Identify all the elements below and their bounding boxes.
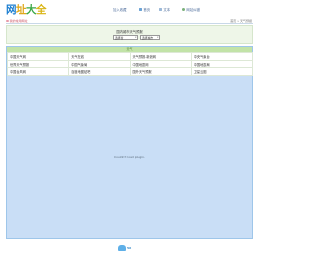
city-select-value: 选择城市 (142, 36, 154, 40)
breadcrumb-bar: 我的常用网址 首页 » 天气预报 (6, 19, 253, 24)
logo-char: 大 (26, 4, 37, 16)
province-select[interactable]: 选择省 ▾ (113, 35, 138, 40)
heart-icon (6, 19, 9, 23)
link-cell[interactable]: 卫星云图 (190, 67, 254, 77)
add-favorite-link[interactable]: 加入收藏 (113, 7, 127, 12)
feedback-label: 网站纠错 (186, 8, 200, 12)
logo-char: 网 (6, 4, 17, 16)
home-icon (139, 7, 143, 12)
weather-links-panel: 天气 中国天气网 天气在线 天气预报-新浪网 中央气象台 世界天气预报 中国气象… (6, 46, 254, 239)
logo-char: 全 (36, 4, 47, 16)
link-cell[interactable]: 中国地震局 (190, 59, 254, 69)
city-select[interactable]: 选择城市 ▾ (140, 35, 160, 40)
link-cell[interactable]: 世界天气预报 (6, 59, 70, 69)
link-cell[interactable]: 国外天气预报 (129, 67, 192, 77)
breadcrumb[interactable]: 首页 » 天气预报 (230, 19, 252, 23)
province-select-value: 选择省 (115, 36, 124, 40)
footer-logo[interactable]: 56 (118, 243, 140, 252)
feedback-icon (182, 7, 186, 12)
home-link-label: 首页 (143, 8, 151, 12)
link-cell[interactable]: 中国气象局 (68, 59, 131, 69)
chevron-down-icon: ▾ (135, 36, 137, 39)
feedback-link[interactable]: 网站纠错 (182, 7, 200, 12)
link-cell[interactable]: 中国地震网 (129, 59, 192, 69)
plugin-error-message: Couldn't load plugin. (113, 155, 146, 159)
site-logo[interactable]: 网 址 大 全 (6, 3, 47, 16)
footer-logo-text: 56 (127, 245, 132, 250)
link-cell[interactable]: 中国天气网 (6, 52, 70, 61)
my-favorites-label: 我的常用网址 (9, 19, 28, 23)
weather-links-table: 中国天气网 天气在线 天气预报-新浪网 中央气象台 世界天气预报 中国气象局 中… (6, 52, 254, 77)
link-cell[interactable]: 天气预报-新浪网 (129, 52, 192, 61)
site-header: 网 址 大 全 加入收藏 首页 文本 网站纠错 (0, 0, 259, 20)
my-favorites-link[interactable]: 我的常用网址 (6, 19, 28, 23)
top-links: 加入收藏 首页 文本 网站纠错 (110, 7, 220, 12)
table-row: 世界天气预报 中国气象局 中国地震网 中国地震局 (6, 59, 254, 69)
link-cell[interactable]: 百度地图贴吧 (68, 67, 131, 77)
selector-title: 国内城市天气预报 (116, 29, 143, 34)
home-link[interactable]: 首页 (139, 7, 150, 12)
link-cell[interactable]: 中国台风网 (6, 67, 70, 77)
chevron-down-icon: ▾ (157, 36, 159, 39)
logo-icon (118, 244, 126, 251)
text-version-link[interactable]: 文本 (159, 7, 170, 12)
link-cell[interactable]: 天气在线 (68, 52, 131, 61)
link-cell[interactable]: 中央气象台 (190, 52, 254, 61)
city-weather-selector: 国内城市天气预报 选择省 ▾ 选择城市 ▾ (6, 25, 253, 44)
table-row: 中国台风网 百度地图贴吧 国外天气预报 卫星云图 (6, 67, 254, 77)
document-icon (159, 7, 163, 12)
text-version-label: 文本 (163, 8, 171, 12)
table-row: 中国天气网 天气在线 天气预报-新浪网 中央气象台 (6, 52, 254, 61)
logo-char: 址 (16, 4, 27, 16)
